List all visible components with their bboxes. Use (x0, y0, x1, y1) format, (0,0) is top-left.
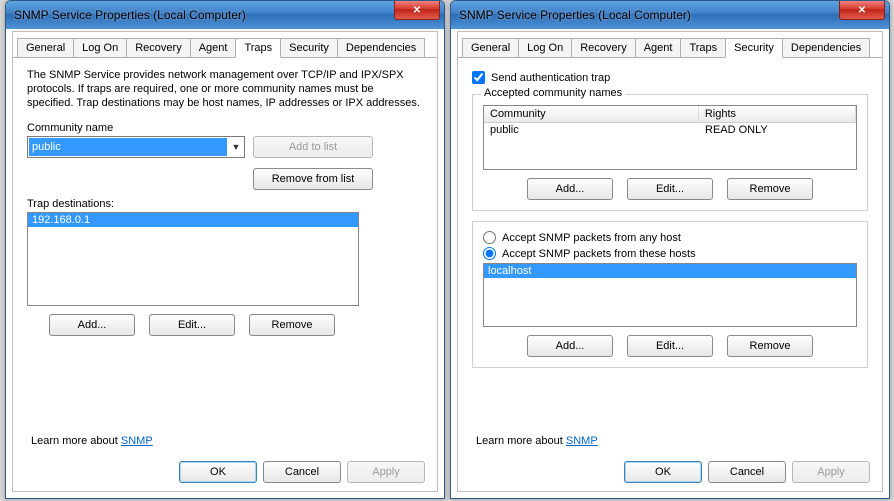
trap-remove-button[interactable]: Remove (249, 314, 335, 336)
accept-these-hosts-radio[interactable]: Accept SNMP packets from these hosts (483, 247, 857, 260)
community-name-label: Community name (27, 122, 423, 134)
traps-description: The SNMP Service provides network manage… (27, 68, 423, 110)
community-name-combo[interactable]: public ▼ (27, 136, 245, 158)
tab-security[interactable]: Security (280, 38, 338, 57)
dialog-buttons: OK Cancel Apply (179, 461, 425, 483)
accept-these-hosts-label: Accept SNMP packets from these hosts (502, 248, 696, 260)
tab-dependencies[interactable]: Dependencies (782, 38, 870, 57)
tab-recovery[interactable]: Recovery (126, 38, 190, 57)
cancel-button[interactable]: Cancel (708, 461, 786, 483)
community-table[interactable]: Community Rights public READ ONLY (483, 105, 857, 170)
tab-general[interactable]: General (17, 38, 74, 57)
host-item[interactable]: localhost (484, 264, 856, 278)
snmp-properties-window-traps: SNMP Service Properties (Local Computer)… (5, 0, 445, 499)
tab-traps[interactable]: Traps (235, 38, 281, 58)
tab-logon[interactable]: Log On (73, 38, 127, 57)
tab-traps[interactable]: Traps (680, 38, 726, 57)
host-remove-button[interactable]: Remove (727, 335, 813, 357)
community-add-button[interactable]: Add... (527, 178, 613, 200)
snmp-link[interactable]: SNMP (121, 435, 153, 447)
community-remove-button[interactable]: Remove (727, 178, 813, 200)
snmp-properties-window-security: SNMP Service Properties (Local Computer)… (450, 0, 890, 499)
add-to-list-button[interactable]: Add to list (253, 136, 373, 158)
tab-body-traps: The SNMP Service provides network manage… (13, 58, 437, 346)
send-auth-trap-label: Send authentication trap (491, 72, 610, 84)
accepted-community-group: Accepted community names Community Right… (472, 94, 868, 211)
client-area: General Log On Recovery Agent Traps Secu… (457, 31, 883, 492)
send-auth-trap-checkbox[interactable]: Send authentication trap (472, 71, 868, 84)
window-title: SNMP Service Properties (Local Computer) (14, 8, 394, 22)
tab-general[interactable]: General (462, 38, 519, 57)
tab-strip: General Log On Recovery Agent Traps Secu… (458, 32, 882, 58)
community-table-header: Community Rights (484, 106, 856, 123)
tab-security[interactable]: Security (725, 38, 783, 58)
apply-button[interactable]: Apply (347, 461, 425, 483)
learn-more-prefix: Learn more about (31, 435, 121, 447)
tab-agent[interactable]: Agent (190, 38, 237, 57)
snmp-link[interactable]: SNMP (566, 435, 598, 447)
window-title: SNMP Service Properties (Local Computer) (459, 8, 839, 22)
tab-body-security: Send authentication trap Accepted commun… (458, 58, 882, 378)
learn-more-prefix: Learn more about (476, 435, 566, 447)
ok-button[interactable]: OK (179, 461, 257, 483)
send-auth-trap-input[interactable] (472, 71, 485, 84)
cancel-button[interactable]: Cancel (263, 461, 341, 483)
titlebar[interactable]: SNMP Service Properties (Local Computer)… (6, 1, 444, 29)
dialog-buttons: OK Cancel Apply (624, 461, 870, 483)
tab-recovery[interactable]: Recovery (571, 38, 635, 57)
remove-from-list-button[interactable]: Remove from list (253, 168, 373, 190)
community-edit-button[interactable]: Edit... (627, 178, 713, 200)
tab-logon[interactable]: Log On (518, 38, 572, 57)
client-area: General Log On Recovery Agent Traps Secu… (12, 31, 438, 492)
tab-strip: General Log On Recovery Agent Traps Secu… (13, 32, 437, 58)
tab-agent[interactable]: Agent (635, 38, 682, 57)
cell-community: public (484, 123, 699, 137)
hosts-list[interactable]: localhost (483, 263, 857, 327)
learn-more: Learn more about SNMP (476, 435, 598, 447)
community-name-value: public (29, 138, 227, 156)
close-icon: ✕ (413, 5, 421, 16)
cell-rights: READ ONLY (699, 123, 856, 137)
table-row[interactable]: public READ ONLY (484, 123, 856, 137)
chevron-down-icon: ▼ (228, 142, 244, 152)
trap-edit-button[interactable]: Edit... (149, 314, 235, 336)
ok-button[interactable]: OK (624, 461, 702, 483)
trap-destinations-list[interactable]: 192.168.0.1 (27, 212, 359, 306)
learn-more: Learn more about SNMP (31, 435, 153, 447)
accepted-community-legend: Accepted community names (481, 87, 625, 99)
close-button[interactable]: ✕ (394, 0, 440, 20)
close-icon: ✕ (858, 5, 866, 16)
col-rights[interactable]: Rights (699, 106, 856, 122)
col-community[interactable]: Community (484, 106, 699, 122)
community-table-body: public READ ONLY (484, 123, 856, 169)
tab-dependencies[interactable]: Dependencies (337, 38, 425, 57)
trap-destinations-label: Trap destinations: (27, 198, 423, 210)
accept-any-host-input[interactable] (483, 231, 496, 244)
accept-any-host-radio[interactable]: Accept SNMP packets from any host (483, 231, 857, 244)
host-edit-button[interactable]: Edit... (627, 335, 713, 357)
trap-add-button[interactable]: Add... (49, 314, 135, 336)
apply-button[interactable]: Apply (792, 461, 870, 483)
trap-destination-item[interactable]: 192.168.0.1 (28, 213, 358, 227)
accept-hosts-group: Accept SNMP packets from any host Accept… (472, 221, 868, 368)
host-add-button[interactable]: Add... (527, 335, 613, 357)
titlebar[interactable]: SNMP Service Properties (Local Computer)… (451, 1, 889, 29)
accept-any-host-label: Accept SNMP packets from any host (502, 232, 681, 244)
close-button[interactable]: ✕ (839, 0, 885, 20)
accept-these-hosts-input[interactable] (483, 247, 496, 260)
